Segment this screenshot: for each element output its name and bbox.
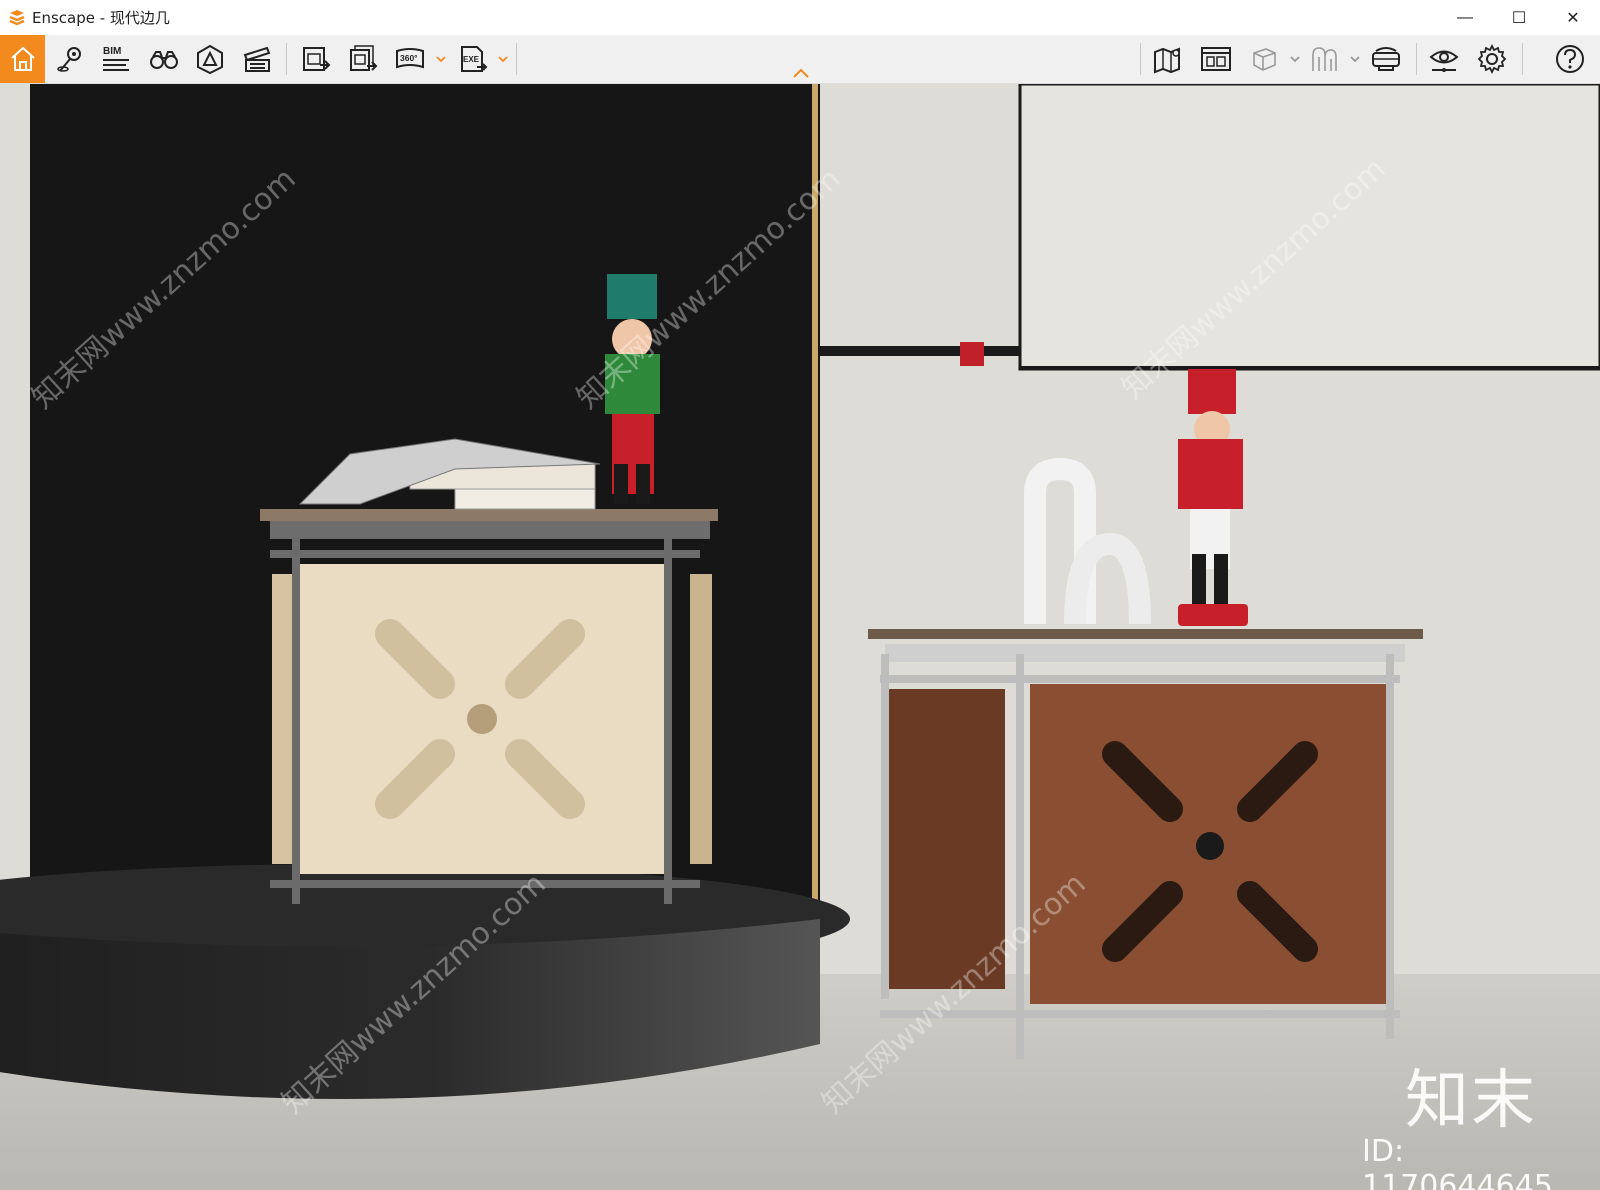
chevron-down-icon[interactable] <box>1350 52 1360 66</box>
help-icon <box>1556 45 1584 73</box>
view-eye-button[interactable] <box>1426 41 1462 77</box>
location-pin-button[interactable] <box>52 41 88 77</box>
binoculars-icon <box>150 51 178 69</box>
visual-settings-button[interactable] <box>192 41 228 77</box>
render-viewport[interactable]: 知末网www.znzmo.com 知末网www.znzmo.com 知末网www… <box>0 84 1600 1190</box>
window-title: Enscape - 现代边几 <box>32 9 170 27</box>
toolbar-separator <box>1416 43 1417 75</box>
export-exe-button[interactable]: EXE <box>455 41 491 77</box>
video-editor-icon <box>243 46 271 72</box>
scene-render <box>0 84 1600 1190</box>
asset-library-icon <box>1201 47 1231 71</box>
view-cube-icon <box>1253 48 1276 71</box>
watermark-logo: 知末 <box>1405 1064 1537 1138</box>
batch-render-button[interactable] <box>345 41 381 77</box>
bim-info-button[interactable]: BIM <box>98 41 134 77</box>
toolbar-separator <box>1522 43 1523 75</box>
map-icon <box>1154 47 1180 74</box>
asset-library-button[interactable] <box>1198 41 1234 77</box>
panorama-360-icon: 360° <box>396 48 424 69</box>
svg-text:EXE: EXE <box>463 55 480 64</box>
home-icon <box>10 46 35 71</box>
map-button[interactable] <box>1150 41 1186 77</box>
video-editor-button[interactable] <box>239 41 275 77</box>
help-button[interactable] <box>1552 41 1588 77</box>
chevron-down-icon[interactable] <box>498 52 508 66</box>
material-button[interactable] <box>1306 41 1342 77</box>
vr-headset-icon <box>1372 47 1400 71</box>
window-controls: — ☐ ✕ <box>1438 0 1600 35</box>
minimize-button[interactable]: — <box>1438 0 1492 35</box>
render-image-button[interactable] <box>298 41 334 77</box>
material-icon <box>1312 47 1337 71</box>
bim-info-icon: BIM <box>103 46 129 71</box>
settings-gear-icon <box>1477 43 1507 75</box>
chevron-down-icon[interactable] <box>1290 52 1300 66</box>
watermark-id: ID: 1170644645 <box>1362 1134 1553 1190</box>
close-button[interactable]: ✕ <box>1546 0 1600 35</box>
svg-text:BIM: BIM <box>103 46 121 57</box>
vr-headset-button[interactable] <box>1368 41 1404 77</box>
binoculars-button[interactable] <box>146 41 182 77</box>
collapse-toolbar-chevron-icon[interactable] <box>792 67 810 79</box>
maximize-button[interactable]: ☐ <box>1492 0 1546 35</box>
batch-render-icon <box>350 45 378 71</box>
view-cube-button[interactable] <box>1246 41 1282 77</box>
title-bar: Enscape - 现代边几 — ☐ ✕ <box>0 0 1600 35</box>
chevron-down-icon[interactable] <box>436 52 446 66</box>
home-button[interactable] <box>0 35 45 83</box>
toolbar-separator <box>1140 43 1141 75</box>
toolbar-separator <box>516 43 517 75</box>
settings-button[interactable] <box>1474 41 1510 77</box>
svg-text:360°: 360° <box>400 53 418 63</box>
toolbar-separator <box>286 43 287 75</box>
view-eye-icon <box>1429 50 1459 72</box>
panorama-360-button[interactable]: 360° <box>392 41 428 77</box>
location-pin-icon <box>57 47 81 72</box>
export-exe-icon: EXE <box>461 46 488 72</box>
visual-settings-icon <box>197 44 223 75</box>
enscape-logo-icon <box>9 9 25 25</box>
main-toolbar: BIM 360° EXE <box>0 35 1600 84</box>
render-image-icon <box>303 47 331 71</box>
